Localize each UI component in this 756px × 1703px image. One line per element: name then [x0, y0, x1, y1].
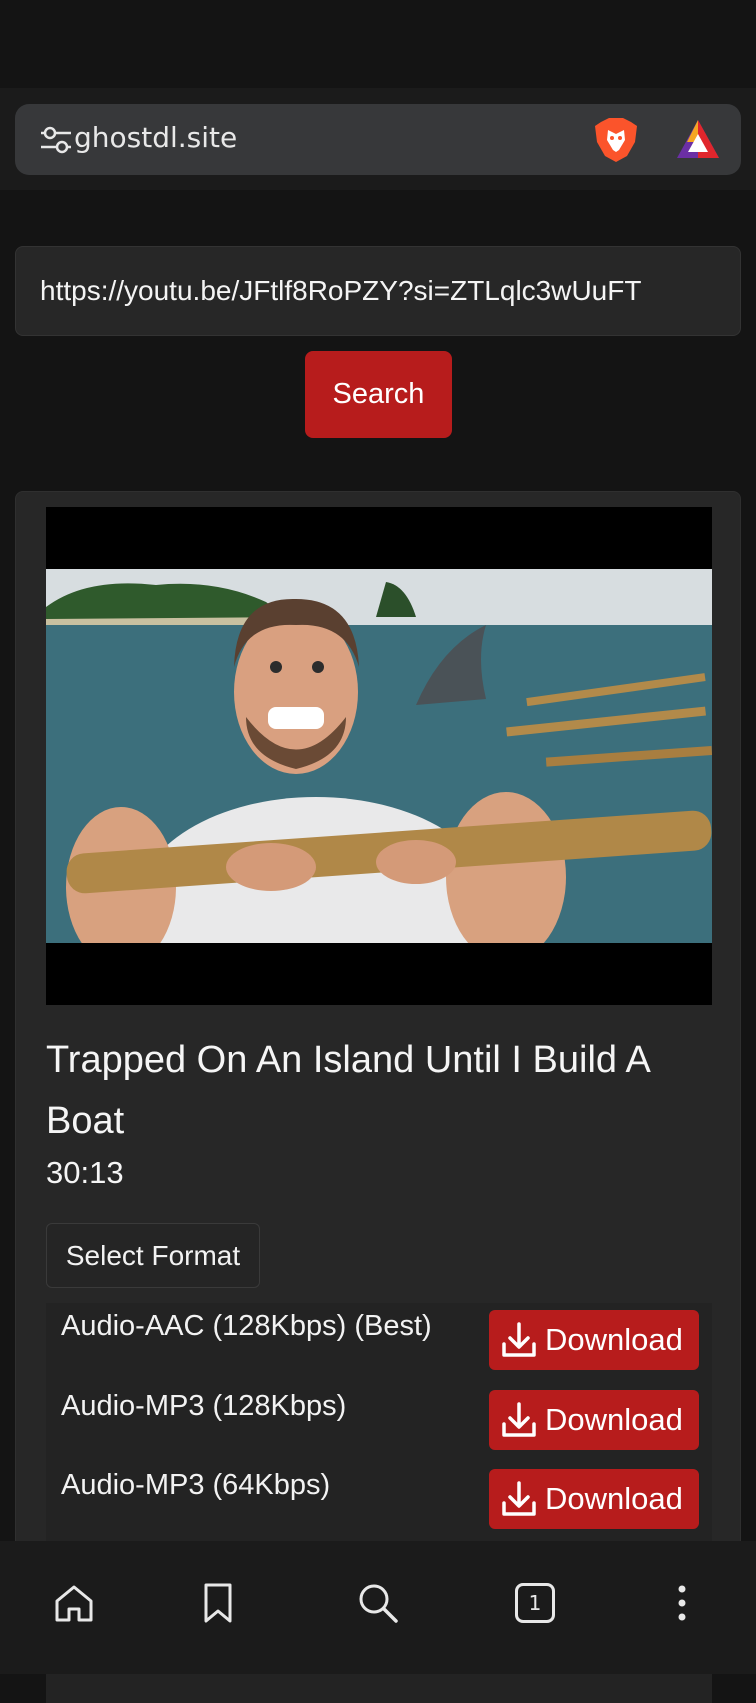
download-label: Download: [545, 1322, 683, 1357]
search-button[interactable]: Search: [305, 351, 452, 438]
download-label: Download: [545, 1402, 683, 1437]
video-thumbnail[interactable]: [46, 507, 712, 1005]
address-bar[interactable]: ghostdl.site: [15, 104, 741, 175]
format-label: Audio-MP3 (128Kbps): [61, 1390, 347, 1422]
home-icon[interactable]: [52, 1581, 96, 1625]
video-card: Trapped On An Island Until I Build A Boa…: [15, 491, 741, 1703]
tabs-icon[interactable]: 1: [515, 1583, 555, 1623]
url-text[interactable]: ghostdl.site: [74, 121, 237, 154]
format-label: Audio-AAC (128Kbps) (Best): [61, 1310, 432, 1342]
format-row: Audio-MP3 (64Kbps) Download: [46, 1462, 712, 1529]
video-title: Trapped On An Island Until I Build A Boa…: [46, 1039, 649, 1142]
select-format-dropdown[interactable]: Select Format: [46, 1223, 260, 1288]
download-icon: [502, 1402, 536, 1437]
more-icon[interactable]: [660, 1581, 704, 1625]
download-button[interactable]: Download: [489, 1469, 699, 1529]
download-icon: [502, 1322, 536, 1357]
download-button[interactable]: Download: [489, 1390, 699, 1450]
download-icon: [502, 1481, 536, 1516]
brave-rewards-icon[interactable]: [675, 118, 721, 160]
video-url-input[interactable]: https://youtu.be/JFtlf8RoPZY?si=ZTLqlc3w…: [15, 246, 741, 336]
video-duration: 30:13: [46, 1155, 124, 1190]
bottom-navigation: 1: [0, 1541, 756, 1674]
download-button[interactable]: Download: [489, 1310, 699, 1370]
tune-icon[interactable]: [41, 126, 71, 154]
download-label: Download: [545, 1481, 683, 1516]
search-icon[interactable]: [356, 1581, 400, 1625]
format-label: Audio-MP3 (64Kbps): [61, 1469, 331, 1501]
format-row: Audio-AAC (128Kbps) (Best) Download: [46, 1303, 712, 1370]
format-row: Audio-MP3 (128Kbps) Download: [46, 1383, 712, 1450]
thumbnail-image: [46, 507, 712, 1005]
status-bar: [0, 0, 756, 88]
brave-lion-icon[interactable]: [593, 116, 639, 164]
bookmark-icon[interactable]: [196, 1581, 240, 1625]
